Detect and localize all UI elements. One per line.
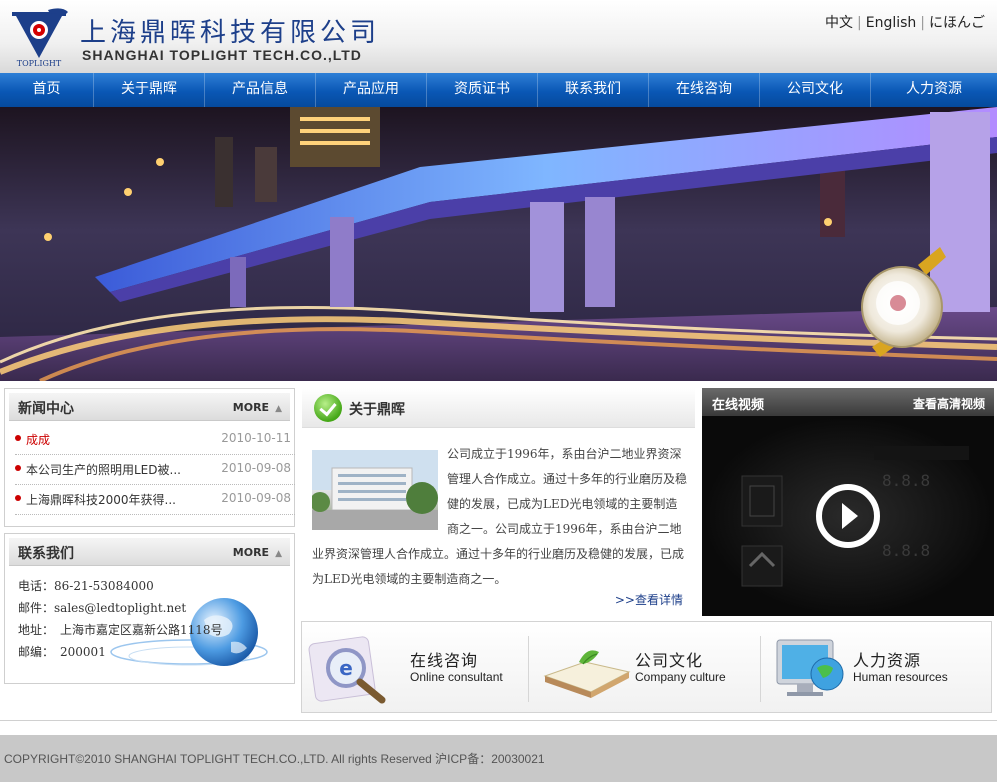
- page: TOPLIGHT 上海鼎晖科技有限公司 SHANGHAI TOPLIGHT TE…: [0, 0, 997, 782]
- video-panel-title: 在线视频: [712, 398, 765, 413]
- news-item-title[interactable]: 成成: [26, 431, 50, 448]
- contact-zip: 邮编： 200001: [18, 643, 106, 660]
- lang-english-link[interactable]: English: [866, 15, 917, 31]
- news-panel-header: 新闻中心 MORE ▲: [9, 393, 290, 421]
- contact-panel: 联系我们 MORE ▲ 电话：86-21-53084000 邮件：sales@le…: [4, 533, 295, 684]
- bullet-icon: [15, 495, 21, 501]
- news-item-date: 2010-10-11: [221, 431, 291, 445]
- nav-item-contact[interactable]: 联系我们: [538, 73, 649, 107]
- language-switcher: 中文 | English | にほんご: [825, 12, 985, 32]
- contact-more-link[interactable]: MORE ▲: [233, 546, 282, 559]
- logo-mark-text: TOPLIGHT: [17, 59, 62, 68]
- feature-title-cn: 在线咨询: [410, 651, 479, 670]
- contact-email: 邮件：sales@ledtoplight.net: [18, 599, 186, 616]
- footer: COPYRIGHT©2010 SHANGHAI TOPLIGHT TECH.CO…: [0, 735, 997, 782]
- company-name-en: SHANGHAI TOPLIGHT TECH.CO.,LTD: [82, 47, 362, 63]
- company-logo-icon[interactable]: TOPLIGHT: [8, 6, 70, 68]
- news-panel-title: 新闻中心: [18, 401, 74, 417]
- nav-item-applications[interactable]: 产品应用: [316, 73, 427, 107]
- contact-email-label: 邮件：: [18, 601, 55, 615]
- video-panel-header: 在线视频 查看高清视频: [702, 388, 994, 416]
- feature-title-cn: 人力资源: [853, 651, 922, 670]
- svg-text:e: e: [339, 656, 353, 680]
- news-more-label: MORE: [232, 401, 270, 414]
- news-item: 上海鼎晖科技2000年获得... 2010-09-08: [15, 485, 295, 515]
- about-panel-header: 关于鼎晖: [302, 388, 695, 428]
- play-button-icon[interactable]: [816, 484, 880, 548]
- open-book-icon: [543, 650, 631, 698]
- footer-copyright: COPYRIGHT©2010 SHANGHAI TOPLIGHT TECH.CO…: [4, 752, 545, 766]
- contact-phone: 电话：86-21-53084000: [18, 577, 154, 594]
- globe-monitor-icon: [776, 639, 844, 696]
- feature-strip: e 在线咨询 Online consultant 公司文化 Company cu…: [301, 621, 992, 713]
- news-item-date: 2010-09-08: [221, 491, 291, 505]
- contact-more-label: MORE: [232, 546, 270, 559]
- contact-zip-label: 邮编：: [18, 645, 55, 659]
- nav-item-home[interactable]: 首页: [0, 73, 94, 107]
- contact-panel-header: 联系我们 MORE ▲: [9, 538, 290, 566]
- nav-item-hr[interactable]: 人力资源: [871, 73, 997, 107]
- feature-company-culture[interactable]: 公司文化 Company culture: [529, 622, 760, 712]
- video-hd-link[interactable]: 查看高清视频: [913, 395, 985, 412]
- contact-panel-title: 联系我们: [18, 546, 74, 562]
- nav-item-culture[interactable]: 公司文化: [760, 73, 871, 107]
- about-text-block: 公司成立于1996年，系由台沪二地业界资深管理人合作成立。通过十多年的行业磨历及…: [312, 442, 687, 592]
- contact-address-value: 上海市嘉定区嘉新公路1118号: [60, 623, 223, 637]
- news-more-link[interactable]: MORE ▲: [233, 401, 282, 414]
- main-nav: 首页 关于鼎晖 产品信息 产品应用 资质证书 联系我们 在线咨询 公司文化 人力…: [0, 73, 997, 107]
- lang-japanese-link[interactable]: にほんご: [929, 15, 985, 31]
- ie-magnifier-icon: e: [308, 636, 386, 704]
- checkmark-icon: [314, 394, 342, 422]
- svg-text:8.8.8: 8.8.8: [882, 541, 930, 560]
- contact-zip-value: 200001: [60, 645, 106, 659]
- feature-title-cn: 公司文化: [635, 651, 704, 670]
- company-name-cn: 上海鼎晖科技有限公司: [80, 18, 381, 48]
- nav-item-certificates[interactable]: 资质证书: [427, 73, 538, 107]
- hero-banner: [0, 107, 997, 381]
- feature-title-en: Company culture: [635, 670, 726, 684]
- about-detail-link[interactable]: >>查看详情: [615, 591, 683, 608]
- news-item: 本公司生产的照明用LED被... 2010-09-08: [15, 455, 295, 485]
- header: TOPLIGHT 上海鼎晖科技有限公司 SHANGHAI TOPLIGHT TE…: [0, 0, 997, 73]
- svg-text:8.8.8: 8.8.8: [882, 471, 930, 490]
- contact-phone-label: 电话：: [18, 579, 55, 593]
- bullet-icon: [15, 435, 21, 441]
- feature-online-consult[interactable]: e 在线咨询 Online consultant: [302, 622, 528, 712]
- footer-divider: [0, 720, 997, 721]
- contact-email-value[interactable]: sales@ledtoplight.net: [54, 601, 186, 615]
- lang-divider: |: [857, 15, 862, 31]
- nav-item-consult[interactable]: 在线咨询: [649, 73, 760, 107]
- lang-divider: |: [920, 15, 925, 31]
- news-item-title[interactable]: 本公司生产的照明用LED被...: [26, 461, 181, 478]
- contact-phone-value: 86-21-53084000: [54, 579, 154, 593]
- contact-address: 地址： 上海市嘉定区嘉新公路1118号: [18, 621, 223, 638]
- news-item-date: 2010-09-08: [221, 461, 291, 475]
- video-panel: 在线视频 查看高清视频 8.8.8 8.8.8: [702, 388, 994, 616]
- feature-human-resources[interactable]: 人力资源 Human resources: [761, 622, 991, 712]
- bullet-icon: [15, 465, 21, 471]
- chevron-up-icon: ▲: [275, 404, 282, 414]
- news-item: 成成 2010-10-11: [15, 425, 295, 455]
- contact-address-label: 地址：: [18, 623, 55, 637]
- photo-spacer: [312, 442, 447, 534]
- news-panel: 新闻中心 MORE ▲ 成成 2010-10-11 本公司生产的照明用LED被..…: [4, 388, 295, 527]
- news-item-title[interactable]: 上海鼎晖科技2000年获得...: [26, 491, 176, 508]
- about-panel-title: 关于鼎晖: [349, 402, 405, 418]
- video-player[interactable]: 8.8.8 8.8.8: [702, 416, 994, 616]
- about-panel: 关于鼎晖 公司成立于1996年，系由台沪二地业界资深管理人合作成立。通过十多年的…: [302, 388, 695, 616]
- lang-chinese-link[interactable]: 中文: [825, 15, 853, 31]
- banner-night-bridge-image: [0, 107, 997, 381]
- feature-title-en: Online consultant: [410, 670, 503, 684]
- feature-title-en: Human resources: [853, 670, 948, 684]
- chevron-up-icon: ▲: [275, 549, 282, 559]
- nav-item-products[interactable]: 产品信息: [205, 73, 316, 107]
- nav-item-about[interactable]: 关于鼎晖: [94, 73, 205, 107]
